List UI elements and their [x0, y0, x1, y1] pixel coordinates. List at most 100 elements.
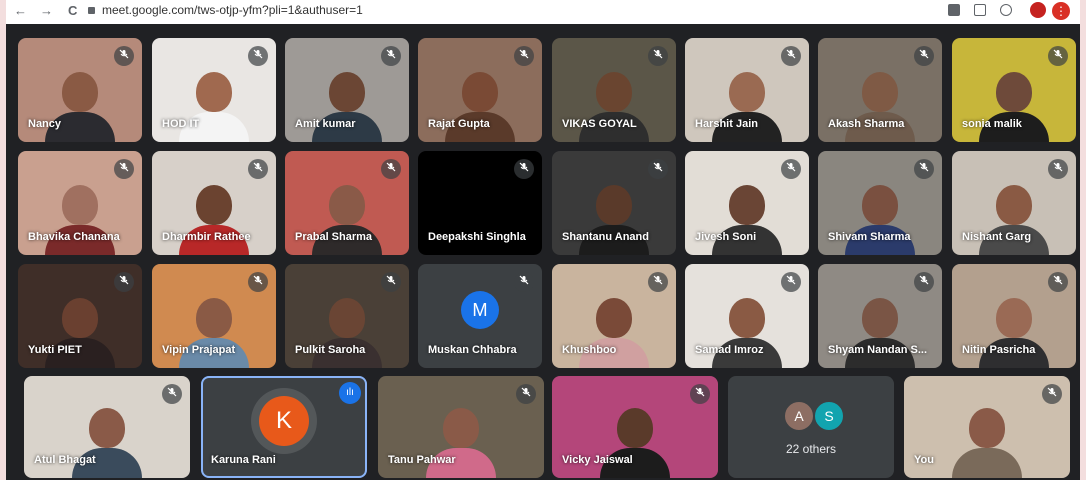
participant-tile[interactable]: Shivam Sharma [818, 151, 942, 255]
participant-tile[interactable]: Rajat Gupta [418, 38, 542, 142]
others-avatar: A [783, 400, 815, 432]
participant-tile[interactable]: You [904, 376, 1070, 478]
participant-video [312, 294, 382, 368]
others-avatar: S [813, 400, 845, 432]
lock-icon [88, 7, 95, 14]
participant-video [845, 68, 915, 142]
participant-tile[interactable]: Bhavika Chanana [18, 151, 142, 255]
participant-face [462, 185, 498, 225]
participant-name: VIKAS GOYAL [562, 118, 637, 130]
participant-face [196, 298, 232, 338]
participant-tile[interactable]: Deepakshi Singhla [418, 151, 542, 255]
participant-tile[interactable]: Yukti PIET [18, 264, 142, 368]
participant-name: Pulkit Saroha [295, 344, 366, 356]
participant-name: Muskan Chhabra [428, 344, 517, 356]
mic-muted-icon [1042, 384, 1062, 404]
share-icon[interactable] [974, 4, 986, 16]
participant-face [443, 408, 479, 448]
participant-face [996, 185, 1032, 225]
mic-muted-icon [248, 272, 268, 292]
participant-tile[interactable]: Prabal Sharma [285, 151, 409, 255]
participant-name: Jivesh Soni [695, 231, 757, 243]
participant-name: Nishant Garg [962, 231, 1032, 243]
participant-video [312, 68, 382, 142]
participant-video [845, 294, 915, 368]
profile-avatar[interactable] [1030, 2, 1046, 18]
participant-tile[interactable]: Dharmbir Rathee [152, 151, 276, 255]
participant-name: Amit kumar [295, 118, 356, 130]
browser-toolbar: ← → C meet.google.com/tws-otjp-yfm?pli=1… [6, 0, 1080, 25]
forward-button[interactable]: → [40, 3, 53, 18]
mic-muted-icon [514, 46, 534, 66]
participant-name: sonia malik [962, 118, 1022, 130]
address-bar[interactable]: meet.google.com/tws-otjp-yfm?pli=1&authu… [102, 3, 363, 17]
browser-menu-button[interactable]: ⋮ [1052, 2, 1070, 20]
participant-name: You [914, 454, 934, 466]
mic-muted-icon [516, 384, 536, 404]
participant-avatar: M [461, 291, 499, 329]
participant-video [45, 181, 115, 255]
participant-tile[interactable]: VIKAS GOYAL [552, 38, 676, 142]
back-button[interactable]: ← [14, 3, 27, 18]
mic-muted-icon [381, 159, 401, 179]
participant-name: Dharmbir Rathee [162, 231, 251, 243]
reload-button[interactable]: C [68, 3, 77, 18]
participant-video [312, 181, 382, 255]
participant-name: Shantanu Anand [562, 231, 649, 243]
mic-muted-icon [514, 272, 534, 292]
participant-tile[interactable]: Akash Sharma [818, 38, 942, 142]
participant-video [579, 294, 649, 368]
participant-name: Vipin Prajapat [162, 344, 236, 356]
participant-face [62, 72, 98, 112]
participant-tile[interactable]: Nishant Garg [952, 151, 1076, 255]
participant-tile[interactable]: Vicky Jaiswal [552, 376, 718, 478]
participant-tile[interactable]: Nancy [18, 38, 142, 142]
participant-tile[interactable]: Nitin Pasricha [952, 264, 1076, 368]
participant-video [712, 68, 782, 142]
participant-name: Akash Sharma [828, 118, 905, 130]
participant-video [979, 181, 1049, 255]
participant-video [179, 294, 249, 368]
participant-face [996, 298, 1032, 338]
participant-tile[interactable]: Kılı Karuna Rani [201, 376, 367, 478]
mic-muted-icon [781, 159, 801, 179]
mic-muted-icon [114, 46, 134, 66]
participant-face [862, 298, 898, 338]
participant-face [62, 298, 98, 338]
bookmark-star-icon[interactable] [1000, 4, 1012, 16]
mic-muted-icon [248, 159, 268, 179]
participant-video [72, 404, 142, 478]
participant-face [62, 185, 98, 225]
participant-tile[interactable]: Khushboo [552, 264, 676, 368]
participant-face [862, 72, 898, 112]
others-tile[interactable]: A S 22 others [728, 376, 894, 478]
camera-icon[interactable] [948, 4, 960, 16]
participant-tile[interactable]: Harshit Jain [685, 38, 809, 142]
mic-muted-icon [914, 272, 934, 292]
mic-muted-icon [1048, 159, 1068, 179]
participant-tile[interactable]: Vipin Prajapat [152, 264, 276, 368]
participant-tile[interactable]: HOD IT [152, 38, 276, 142]
participant-tile[interactable]: sonia malik [952, 38, 1076, 142]
participant-tile[interactable]: Samad Imroz [685, 264, 809, 368]
participant-name: Deepakshi Singhla [428, 231, 526, 243]
participant-tile[interactable]: Shyam Nandan S... [818, 264, 942, 368]
participant-face [196, 185, 232, 225]
mic-muted-icon [381, 46, 401, 66]
participant-tile[interactable]: Pulkit Saroha [285, 264, 409, 368]
participant-tile[interactable]: M Muskan Chhabra [418, 264, 542, 368]
participant-name: Prabal Sharma [295, 231, 373, 243]
participant-face [196, 72, 232, 112]
participant-tile[interactable]: Atul Bhagat [24, 376, 190, 478]
participant-tile[interactable]: Jivesh Soni [685, 151, 809, 255]
participant-tile[interactable]: Shantanu Anand [552, 151, 676, 255]
participant-name: Shyam Nandan S... [828, 344, 928, 356]
participant-face [996, 72, 1032, 112]
participant-tile[interactable]: Tanu Pahwar [378, 376, 544, 478]
participant-face [89, 408, 125, 448]
participant-face [729, 72, 765, 112]
participant-tile[interactable]: Amit kumar [285, 38, 409, 142]
mic-muted-icon [648, 46, 668, 66]
participant-face [729, 185, 765, 225]
speaking-indicator-icon: ılı [339, 382, 361, 404]
